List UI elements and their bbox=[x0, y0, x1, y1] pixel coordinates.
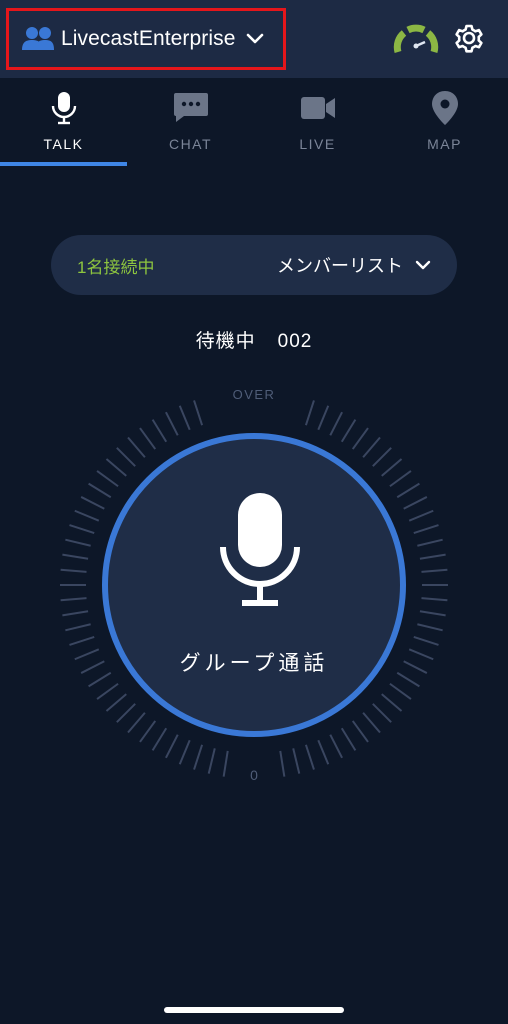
meter-tick bbox=[329, 734, 343, 759]
meter-tick bbox=[419, 610, 446, 617]
meter-tick bbox=[65, 623, 91, 632]
meter-tick bbox=[317, 739, 330, 765]
meter-tick bbox=[178, 405, 191, 431]
top-bar: LivecastEnterprise bbox=[0, 0, 508, 78]
meter-tick bbox=[408, 648, 434, 661]
microphone-icon bbox=[51, 92, 76, 125]
meter-tick bbox=[74, 509, 100, 522]
meter-tick bbox=[193, 744, 204, 770]
active-tab-indicator bbox=[0, 162, 127, 166]
meter-tick bbox=[304, 400, 315, 426]
tab-chat-label: CHAT bbox=[168, 136, 213, 152]
meter-tick bbox=[396, 671, 420, 688]
meter-tick bbox=[60, 597, 87, 602]
meter-tick bbox=[139, 720, 157, 743]
meter-tick bbox=[165, 734, 179, 759]
meter-tick bbox=[279, 750, 286, 777]
meter-tick bbox=[403, 660, 428, 674]
meter-tick bbox=[69, 524, 95, 535]
home-indicator bbox=[164, 1007, 344, 1013]
map-pin-icon bbox=[431, 91, 458, 125]
speedometer-icon[interactable] bbox=[393, 22, 439, 56]
chevron-down-icon bbox=[415, 260, 431, 269]
chat-bubble-icon bbox=[173, 93, 208, 122]
meter-tick bbox=[80, 660, 105, 674]
meter-tick bbox=[105, 458, 127, 477]
meter-tick bbox=[127, 436, 146, 458]
member-list-label: メンバーリスト bbox=[277, 256, 403, 276]
meter-tick bbox=[116, 447, 136, 467]
group-call-button[interactable]: グループ通話 bbox=[102, 433, 406, 737]
tab-live[interactable]: LIVE bbox=[254, 78, 381, 170]
tab-bar: TALK CHAT LIVE MAP bbox=[0, 78, 508, 170]
meter-tick bbox=[62, 553, 89, 560]
meter-tick bbox=[389, 470, 412, 488]
meter-tick bbox=[421, 568, 448, 573]
meter-tick bbox=[413, 635, 439, 646]
meter-tick bbox=[403, 496, 428, 510]
meter-tick bbox=[178, 739, 191, 765]
meter-tick bbox=[340, 727, 357, 751]
meter-tick bbox=[408, 509, 434, 522]
meter-tick bbox=[329, 411, 343, 436]
meter-tick bbox=[60, 568, 87, 573]
meter-tick bbox=[116, 703, 136, 723]
meter-tick bbox=[372, 703, 392, 723]
meter-tick bbox=[292, 748, 301, 774]
meter-tick bbox=[88, 482, 112, 499]
meter-zero-label: 0 bbox=[250, 767, 258, 783]
meter-tick bbox=[165, 411, 179, 436]
microphone-icon bbox=[220, 493, 300, 606]
tab-talk[interactable]: TALK bbox=[0, 78, 127, 170]
meter-tick bbox=[417, 538, 443, 547]
meter-tick bbox=[96, 682, 119, 700]
workspace-selector[interactable]: LivecastEnterprise bbox=[6, 8, 286, 70]
meter-tick bbox=[351, 720, 369, 743]
meter-tick bbox=[413, 524, 439, 535]
meter-tick bbox=[62, 610, 89, 617]
meter-tick bbox=[105, 693, 127, 712]
meter-tick bbox=[80, 496, 105, 510]
tab-chat[interactable]: CHAT bbox=[127, 78, 254, 170]
meter-tick bbox=[65, 538, 91, 547]
tab-talk-label: TALK bbox=[43, 136, 84, 152]
meter-tick bbox=[372, 447, 392, 467]
meter-tick bbox=[362, 712, 381, 734]
meter-tick bbox=[351, 427, 369, 450]
connected-count: 1名接続中 bbox=[77, 257, 155, 277]
meter-tick bbox=[421, 597, 448, 602]
meter-tick bbox=[417, 623, 443, 632]
meter-tick bbox=[381, 458, 403, 477]
meter-tick bbox=[396, 482, 420, 499]
meter-tick bbox=[207, 748, 216, 774]
meter-tick bbox=[419, 553, 446, 560]
video-camera-icon bbox=[300, 97, 335, 119]
tab-live-label: LIVE bbox=[299, 136, 336, 152]
meter-tick bbox=[222, 750, 229, 777]
users-icon bbox=[22, 27, 54, 50]
workspace-name: LivecastEnterprise bbox=[61, 27, 236, 50]
meter-tick bbox=[304, 744, 315, 770]
gear-icon[interactable] bbox=[451, 20, 487, 56]
meter-tick bbox=[139, 427, 157, 450]
meter-tick bbox=[74, 648, 100, 661]
member-list-dropdown[interactable]: メンバーリスト bbox=[277, 252, 431, 278]
tab-map[interactable]: MAP bbox=[381, 78, 508, 170]
chevron-down-icon bbox=[246, 33, 263, 44]
meter-tick bbox=[381, 693, 403, 712]
meter-tick bbox=[193, 400, 204, 426]
meter-tick bbox=[151, 419, 168, 443]
meter-tick bbox=[69, 635, 95, 646]
tab-map-label: MAP bbox=[427, 136, 462, 152]
meter-tick bbox=[151, 727, 168, 751]
meter-tick bbox=[340, 419, 357, 443]
meter-tick bbox=[96, 470, 119, 488]
member-list-toggle[interactable]: 1名接続中 メンバーリスト bbox=[51, 235, 457, 295]
meter-over-label: OVER bbox=[232, 387, 276, 402]
meter-tick bbox=[317, 405, 330, 431]
meter-tick bbox=[389, 682, 412, 700]
meter-tick bbox=[127, 712, 146, 734]
group-call-label: グループ通話 bbox=[179, 652, 329, 675]
meter-tick bbox=[362, 436, 381, 458]
